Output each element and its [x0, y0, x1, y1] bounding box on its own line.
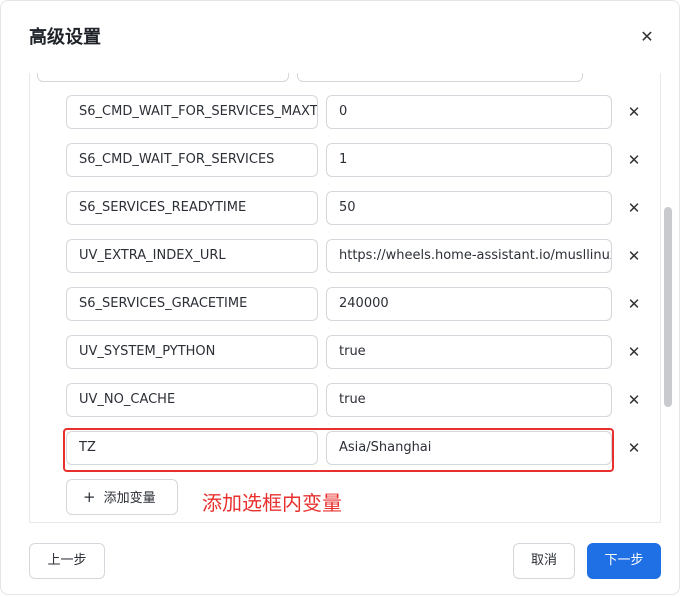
cancel-button[interactable]: 取消 [513, 543, 575, 579]
env-key-input[interactable]: S6_CMD_WAIT_FOR_SERVICES_MAXTIME [66, 95, 318, 129]
env-key-input[interactable]: UV_NO_CACHE [66, 383, 318, 417]
add-variable-button[interactable]: + 添加变量 [66, 479, 178, 515]
remove-row-icon[interactable]: ✕ [626, 239, 642, 273]
env-key-input[interactable] [37, 73, 289, 82]
remove-row-icon[interactable]: ✕ [626, 191, 642, 225]
remove-row-icon[interactable]: ✕ [626, 335, 642, 369]
prev-step-button[interactable]: 上一步 [29, 543, 105, 579]
close-icon[interactable]: ✕ [637, 27, 657, 47]
env-row: UV_EXTRA_INDEX_URL https://wheels.home-a… [37, 239, 640, 275]
env-key-input[interactable]: S6_CMD_WAIT_FOR_SERVICES [66, 143, 318, 177]
env-row [37, 73, 617, 82]
env-row: UV_SYSTEM_PYTHON true ✕ [37, 335, 640, 371]
annotation-text: 添加选框内变量 [202, 491, 342, 515]
env-row: S6_CMD_WAIT_FOR_SERVICES_MAXTIME 0 ✕ [37, 95, 640, 131]
env-row: UV_NO_CACHE true ✕ [37, 383, 640, 419]
env-row: S6_CMD_WAIT_FOR_SERVICES 1 ✕ [37, 143, 640, 179]
plus-icon: + [83, 488, 96, 506]
env-value-input[interactable]: 1 [326, 143, 612, 177]
remove-row-icon[interactable]: ✕ [626, 287, 642, 321]
env-key-input[interactable]: TZ [66, 431, 318, 465]
next-step-button[interactable]: 下一步 [587, 543, 661, 579]
env-row: S6_SERVICES_READYTIME 50 ✕ [37, 191, 640, 227]
remove-row-icon[interactable]: ✕ [626, 95, 642, 129]
dialog-title: 高级设置 [29, 27, 101, 48]
env-value-input[interactable]: true [326, 383, 612, 417]
remove-row-icon[interactable]: ✕ [626, 383, 642, 417]
scrollbar[interactable] [664, 73, 672, 523]
env-row: TZ Asia/Shanghai ✕ [37, 431, 640, 467]
env-value-input[interactable] [297, 73, 583, 82]
env-value-input[interactable]: 240000 [326, 287, 612, 321]
env-row: S6_SERVICES_GRACETIME 240000 ✕ [37, 287, 640, 323]
env-key-input[interactable]: UV_SYSTEM_PYTHON [66, 335, 318, 369]
env-key-input[interactable]: S6_SERVICES_READYTIME [66, 191, 318, 225]
env-key-input[interactable]: S6_SERVICES_GRACETIME [66, 287, 318, 321]
env-key-input[interactable]: UV_EXTRA_INDEX_URL [66, 239, 318, 273]
env-value-input[interactable]: 0 [326, 95, 612, 129]
advanced-settings-dialog: 高级设置 ✕ S6_CMD_WAIT_FOR_SERVICES_MAXTIME … [0, 0, 680, 595]
scrollbar-thumb[interactable] [664, 207, 672, 407]
env-value-input[interactable]: true [326, 335, 612, 369]
add-variable-label: 添加变量 [103, 491, 156, 506]
remove-row-icon[interactable]: ✕ [626, 431, 642, 465]
env-value-input[interactable]: 50 [326, 191, 612, 225]
remove-row-icon[interactable]: ✕ [626, 143, 642, 177]
env-value-input[interactable]: https://wheels.home-assistant.io/musllin… [326, 239, 612, 273]
env-value-input[interactable]: Asia/Shanghai [326, 431, 612, 465]
